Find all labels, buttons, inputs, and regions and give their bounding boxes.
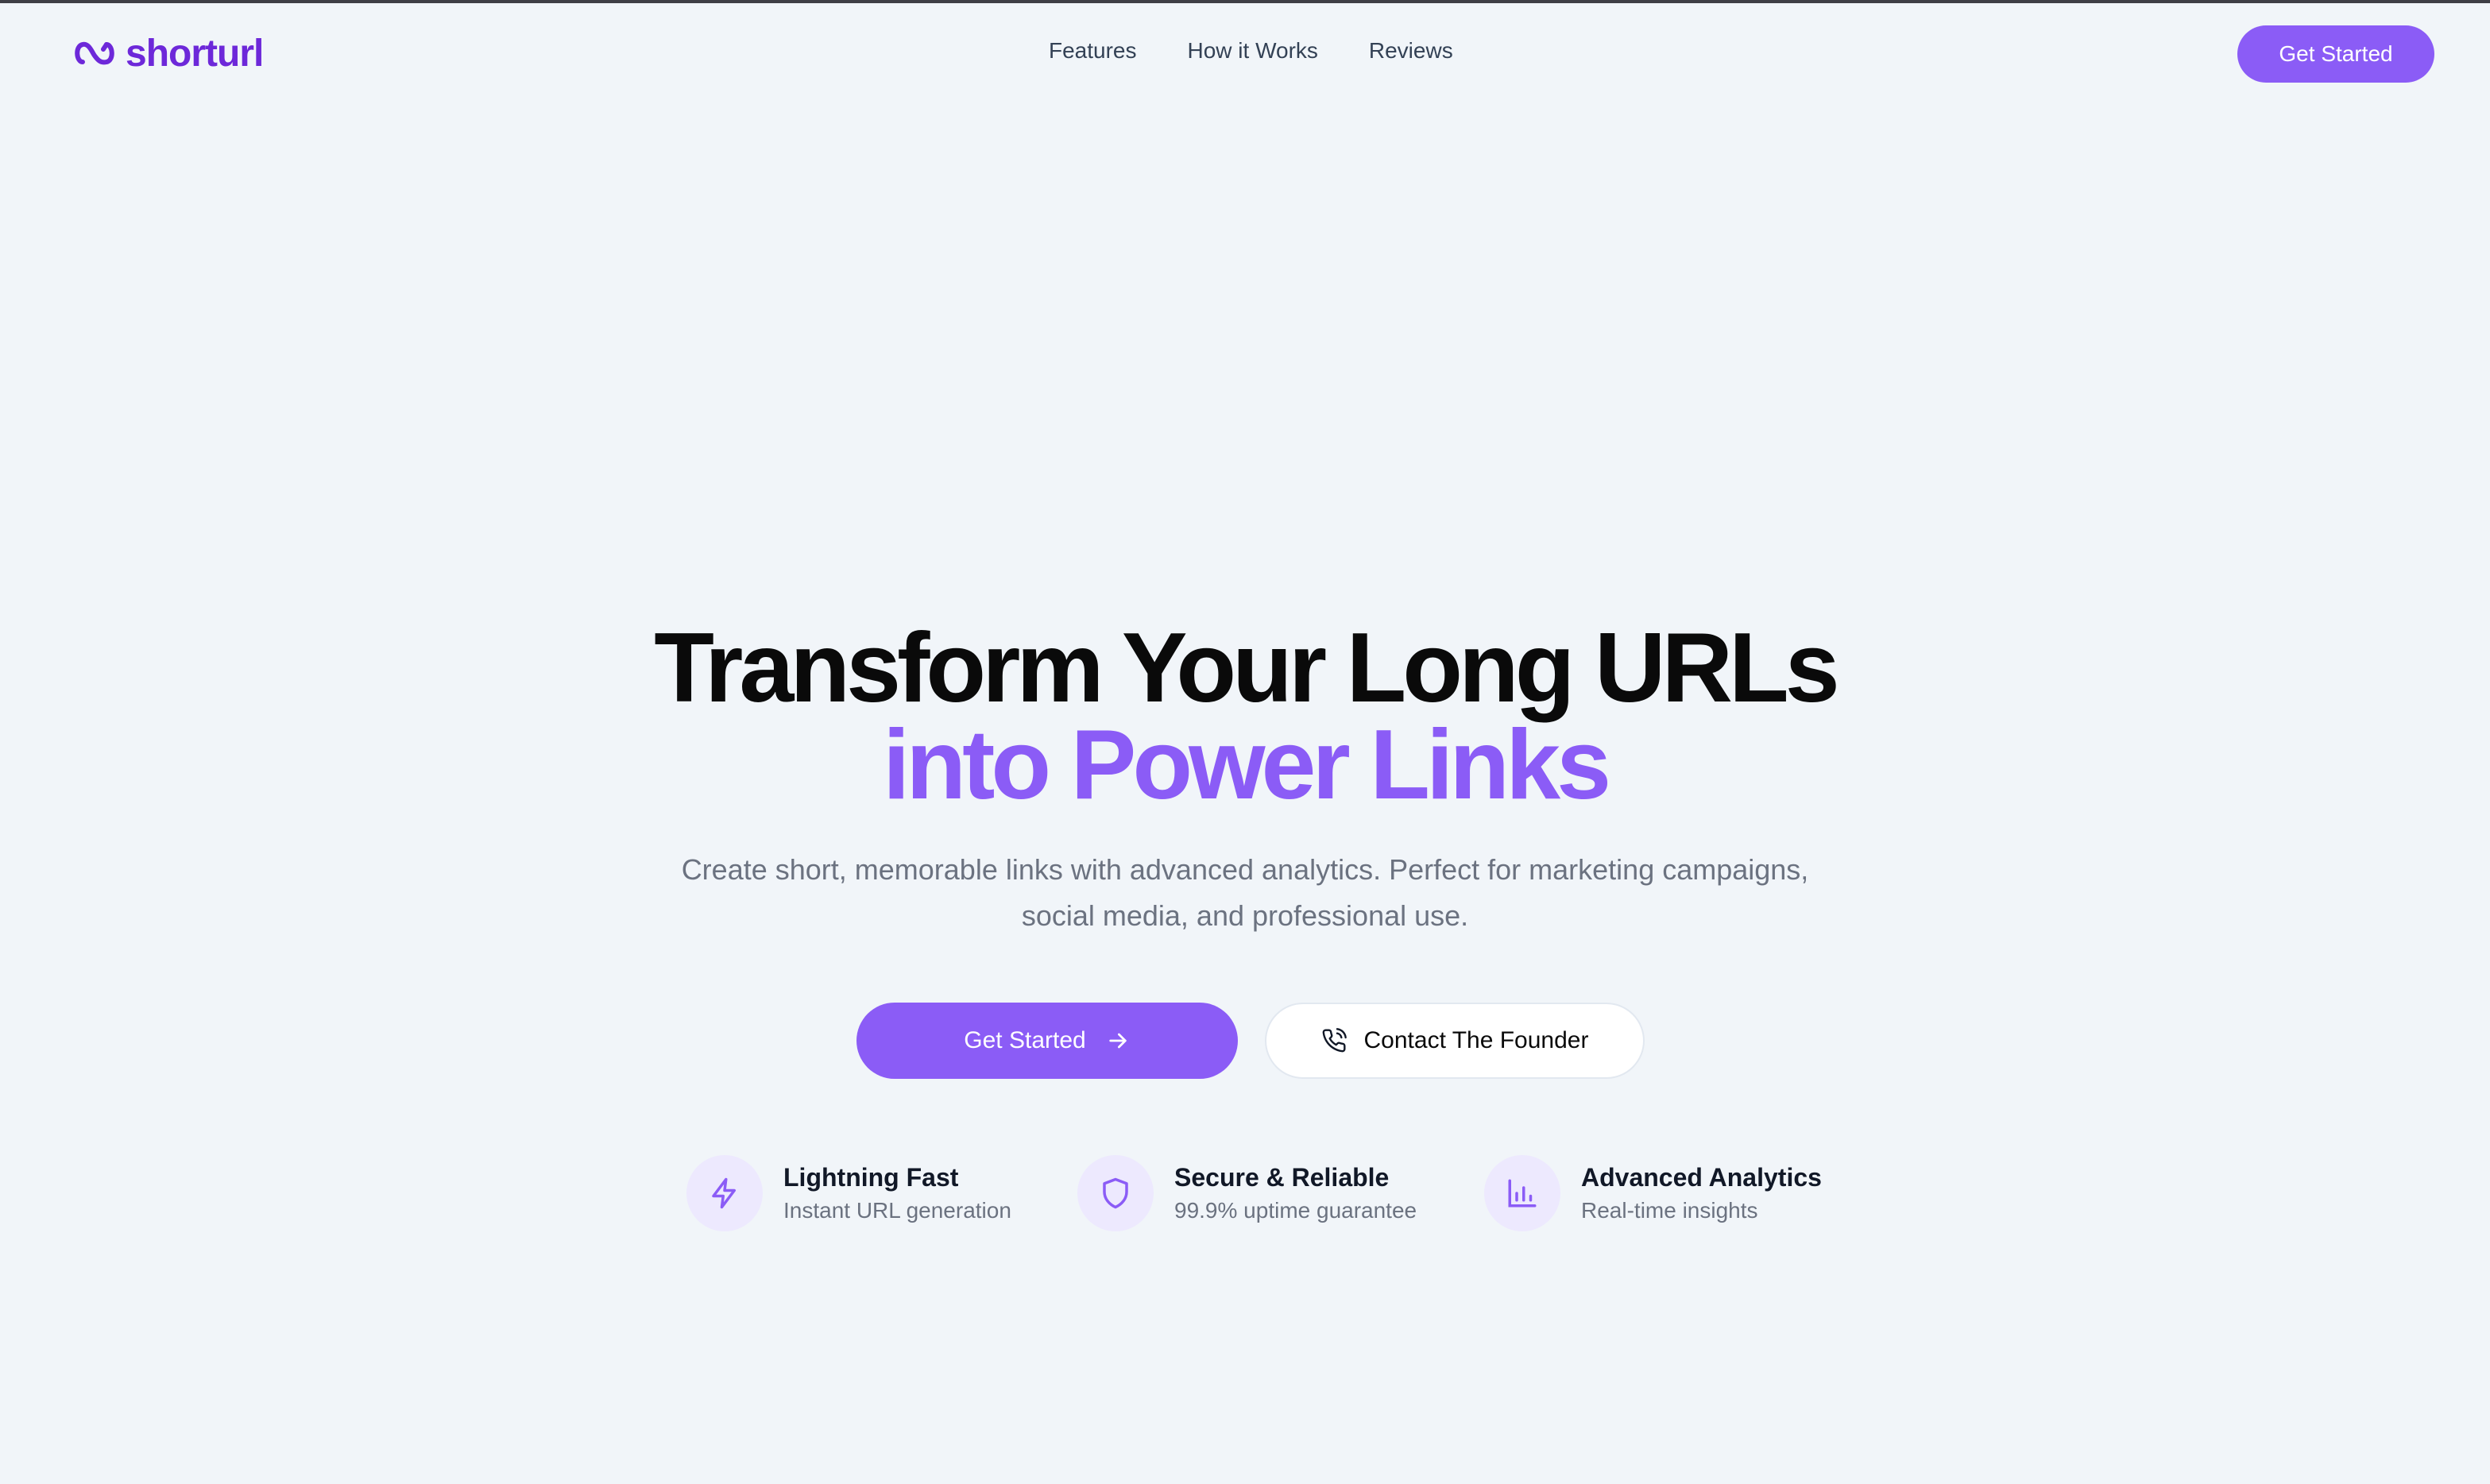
shield-icon [1103, 1177, 1128, 1209]
contact-founder-label: Contact The Founder [1363, 1027, 1589, 1053]
link-loop-icon [75, 41, 114, 65]
feature-title: Secure & Reliable [1174, 1163, 1390, 1192]
feature-icon-wrap [686, 1155, 763, 1231]
nav-link-how-it-works[interactable]: How it Works [1188, 38, 1318, 64]
feature-title: Lightning Fast [783, 1163, 959, 1192]
lightning-icon [712, 1177, 736, 1209]
feature-description: Instant URL generation [783, 1198, 1011, 1223]
get-started-button[interactable]: Get Started [856, 1003, 1238, 1079]
feature-icon-wrap [1077, 1155, 1154, 1231]
phone-icon [1322, 1028, 1347, 1053]
header-get-started-button[interactable]: Get Started [2237, 25, 2434, 83]
hero-section: Transform Your Long URLs into Power Link… [0, 613, 2490, 939]
main-nav: Features How it Works Reviews [1049, 38, 1453, 64]
bar-chart-icon [1508, 1179, 1537, 1208]
feature-advanced-analytics: Advanced Analytics Real-time insights [1484, 1155, 1822, 1231]
headline-line-1: Transform Your Long URLs [654, 613, 1840, 723]
hero-headline: Transform Your Long URLs into Power Link… [0, 613, 2490, 820]
hero-subtitle: Create short, memorable links with advan… [681, 853, 1809, 932]
contact-founder-button[interactable]: Contact The Founder [1265, 1003, 1645, 1079]
headline-line-2: into Power Links [882, 710, 1611, 820]
nav-link-reviews[interactable]: Reviews [1369, 38, 1453, 64]
feature-title: Advanced Analytics [1581, 1163, 1822, 1192]
logo-link[interactable]: shorturl [72, 30, 264, 76]
feature-description: 99.9% uptime guarantee [1174, 1198, 1417, 1223]
site-header: shorturl Features How it Works Reviews G… [0, 0, 2490, 108]
hero-cta-row: Get Started Contact The Founder [856, 1003, 1645, 1079]
arrow-right-icon [1109, 1033, 1127, 1049]
landing-page: shorturl Features How it Works Reviews G… [0, 0, 2490, 1484]
logo-text: shorturl [126, 32, 264, 75]
feature-icon-wrap [1484, 1155, 1560, 1231]
feature-description: Real-time insights [1581, 1198, 1758, 1223]
get-started-label: Get Started [964, 1027, 1086, 1053]
feature-secure-reliable: Secure & Reliable 99.9% uptime guarantee [1077, 1155, 1417, 1231]
nav-link-features[interactable]: Features [1049, 38, 1137, 64]
feature-lightning-fast: Lightning Fast Instant URL generation [686, 1155, 1011, 1231]
